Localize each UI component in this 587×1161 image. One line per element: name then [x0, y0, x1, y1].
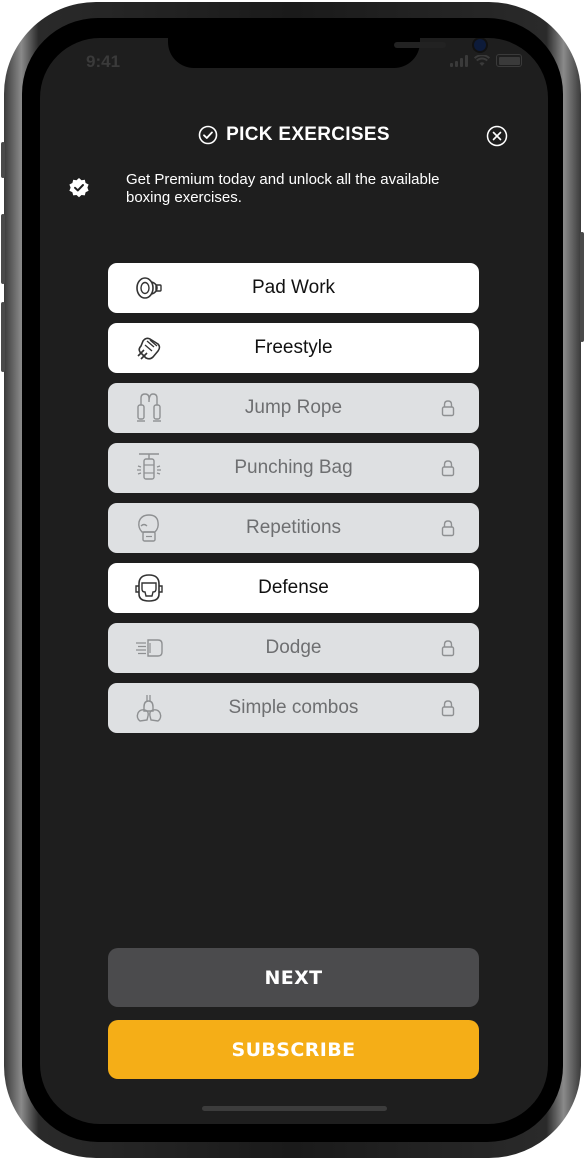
lock-icon: [441, 460, 455, 477]
fist-icon: [137, 337, 161, 360]
premium-promo: Get Premium today and unlock all the ava…: [68, 171, 528, 206]
exercise-item-dodge[interactable]: Dodge: [108, 623, 479, 673]
app-screen: 9:41 PICK EXERCISES Get Premium today an…: [40, 38, 548, 1124]
battery-icon: [496, 54, 522, 67]
close-icon[interactable]: [486, 125, 508, 147]
status-icons: [450, 54, 522, 67]
exercise-label: Repetitions: [245, 517, 342, 538]
front-camera: [474, 39, 486, 51]
headgear-icon: [135, 574, 163, 602]
power-button: [580, 232, 584, 342]
boxing-glove-icon: [138, 514, 159, 542]
page-header: PICK EXERCISES: [40, 124, 548, 146]
lock-icon: [441, 400, 455, 417]
exercise-item-pad-work[interactable]: Pad Work: [108, 263, 479, 313]
focus-pad-icon: [136, 277, 162, 299]
jump-rope-icon: [137, 393, 161, 422]
exercise-item-punching-bag[interactable]: Punching Bag: [108, 443, 479, 493]
exercise-list: Pad Work Freestyle Jump Rope Punching Ba…: [108, 263, 479, 743]
status-time: 9:41: [86, 52, 121, 71]
exercise-item-repetitions[interactable]: Repetitions: [108, 503, 479, 553]
lock-icon: [441, 520, 455, 537]
verified-badge-icon: [69, 178, 89, 198]
page-title: PICK EXERCISES: [226, 124, 390, 145]
promo-text: Get Premium today and unlock all the ava…: [126, 171, 440, 206]
gloves-combo-icon: [136, 695, 162, 722]
exercise-item-freestyle[interactable]: Freestyle: [108, 323, 479, 373]
exercise-label: Punching Bag: [234, 457, 353, 478]
subscribe-button[interactable]: SUBSCRIBE: [108, 1020, 479, 1079]
exercise-label: Dodge: [265, 637, 322, 658]
home-indicator[interactable]: [202, 1106, 387, 1111]
exercise-item-simple-combos[interactable]: Simple combos: [108, 683, 479, 733]
exercise-item-jump-rope[interactable]: Jump Rope: [108, 383, 479, 433]
exercise-label: Freestyle: [254, 337, 333, 358]
exercise-label: Defense: [258, 577, 329, 598]
lock-icon: [441, 700, 455, 717]
next-button[interactable]: NEXT: [108, 948, 479, 1007]
exercise-label: Jump Rope: [244, 397, 343, 418]
exercise-item-defense[interactable]: Defense: [108, 563, 479, 613]
wifi-icon: [474, 54, 490, 66]
speaker: [394, 42, 446, 48]
dodge-icon: [136, 639, 163, 657]
mute-switch: [1, 142, 5, 178]
volume-up-button: [1, 214, 5, 284]
notch: [168, 38, 486, 68]
volume-down-button: [1, 302, 5, 372]
exercise-label: Pad Work: [251, 277, 336, 298]
lock-icon: [441, 640, 455, 657]
signal-icon: [450, 54, 468, 67]
check-circle-icon: [198, 125, 218, 145]
exercise-label: Simple combos: [228, 697, 359, 718]
punching-bag-icon: [137, 453, 161, 480]
